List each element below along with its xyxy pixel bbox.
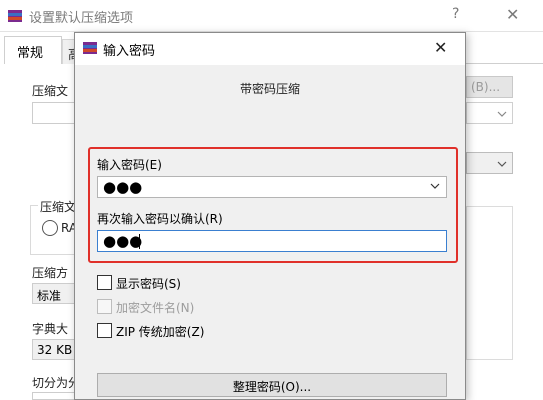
- dialog-heading: 带密码压缩: [239, 82, 300, 96]
- archive-name-dropdown[interactable]: [466, 102, 513, 124]
- help-button[interactable]: ?: [452, 6, 459, 22]
- reenter-password-value: ●●●: [103, 232, 143, 250]
- winrar-icon: [8, 10, 22, 22]
- reenter-password-label: 再次输入密码以确认(R): [97, 212, 223, 226]
- update-mode-dropdown[interactable]: [466, 152, 513, 174]
- archive-format-label: 压缩文: [38, 198, 79, 215]
- show-password-checkbox-box[interactable]: [97, 275, 112, 290]
- split-label: 切分为分: [32, 376, 81, 390]
- chevron-down-icon: [497, 161, 507, 167]
- tab-general[interactable]: 常规: [4, 36, 62, 64]
- split-input[interactable]: [32, 392, 77, 400]
- password-dialog: 输入密码 ✕ 带密码压缩 输入密码(E) ●●● 再次输入密码以确认(R) ●●…: [74, 32, 466, 400]
- background-title: 设置默认压缩选项: [29, 11, 134, 26]
- format-radio-rar[interactable]: [42, 220, 58, 236]
- background-close-button[interactable]: ✕: [506, 5, 519, 24]
- enter-password-label: 输入密码(E): [97, 158, 162, 172]
- dictionary-value: 32 KB: [37, 343, 73, 357]
- method-select[interactable]: 标准: [32, 283, 77, 304]
- dictionary-select[interactable]: 32 KB: [32, 339, 77, 360]
- encrypt-names-label: 加密文件名(N): [116, 301, 195, 315]
- archive-name-input[interactable]: [32, 102, 77, 124]
- show-password-label: 显示密码(S): [116, 277, 181, 291]
- organize-passwords-button[interactable]: 整理密码(O)...: [97, 373, 447, 397]
- organize-passwords-label: 整理密码(O)...: [232, 380, 312, 394]
- background-titlebar: 设置默认压缩选项 ? ✕: [0, 0, 543, 32]
- method-value: 标准: [37, 289, 62, 303]
- browse-button[interactable]: (B)...: [466, 76, 513, 98]
- encrypt-names-checkbox-box: [97, 299, 112, 314]
- zip-legacy-checkbox-box[interactable]: [97, 323, 112, 338]
- tab-general-label: 常规: [17, 46, 44, 61]
- reenter-password-field[interactable]: ●●●: [97, 230, 447, 252]
- password-dialog-close-button[interactable]: ✕: [434, 38, 447, 57]
- winrar-icon: [83, 42, 97, 54]
- text-caret: [139, 234, 140, 249]
- chevron-down-icon: [497, 111, 507, 117]
- archive-name-label: 压缩文: [32, 84, 69, 98]
- zip-legacy-label: ZIP 传统加密(Z): [116, 325, 205, 339]
- dictionary-label: 字典大: [32, 322, 69, 336]
- browse-button-label: (B)...: [471, 80, 501, 94]
- method-label: 压缩方: [32, 266, 69, 280]
- enter-password-value: ●●●: [103, 178, 143, 196]
- password-dialog-title: 输入密码: [103, 44, 156, 59]
- password-dialog-titlebar: 输入密码 ✕: [75, 33, 465, 65]
- chevron-down-icon[interactable]: [430, 181, 440, 191]
- options-group: [466, 206, 513, 360]
- enter-password-field[interactable]: ●●●: [97, 176, 447, 198]
